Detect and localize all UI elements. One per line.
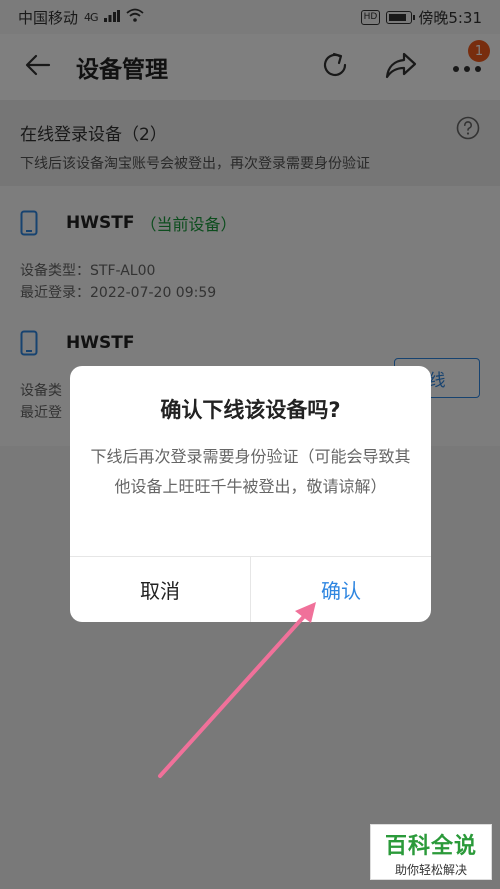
dialog-message: 下线后再次登录需要身份验证（可能会导致其他设备上旺旺千牛被登出，敬请谅解） — [90, 447, 411, 496]
watermark-title: 百科全说 — [384, 834, 477, 859]
cancel-button[interactable]: 取消 — [70, 557, 251, 622]
dialog-title: 确认下线该设备吗? — [160, 398, 341, 422]
watermark-logo: 百科全说 助你轻松解决 — [370, 824, 492, 880]
dialog-actions: 取消 确认 — [70, 556, 431, 622]
watermark-subtitle: 助你轻松解决 — [394, 863, 467, 877]
confirm-dialog: 确认下线该设备吗? 下线后再次登录需要身份验证（可能会导致其他设备上旺旺千牛被登… — [70, 366, 431, 622]
confirm-button[interactable]: 确认 — [251, 557, 431, 622]
